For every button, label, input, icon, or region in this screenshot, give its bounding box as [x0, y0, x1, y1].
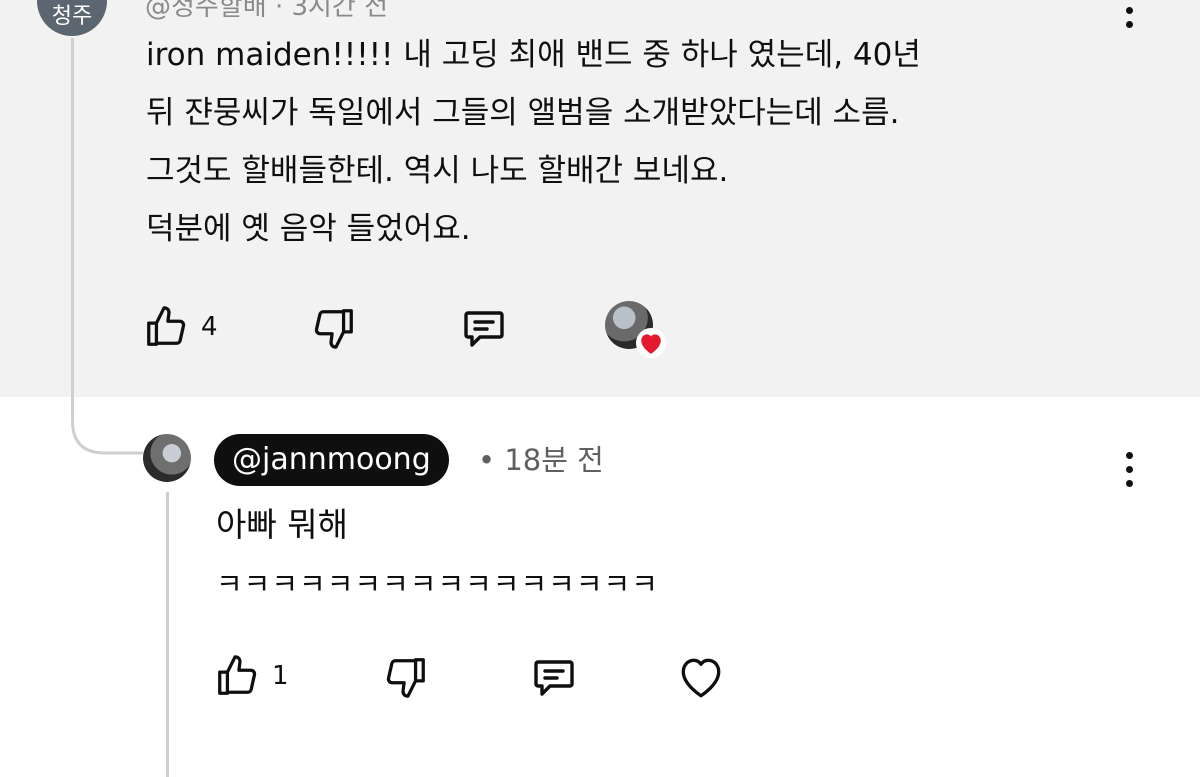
heart-icon	[676, 653, 726, 701]
author-handle[interactable]: @jannmoong	[214, 434, 449, 486]
like-count: 4	[201, 312, 218, 342]
reply-button[interactable]	[529, 653, 579, 701]
reply-timestamp: • 18분 전	[478, 443, 604, 477]
reply-thread-line	[166, 492, 169, 777]
comment-line: 덕분에 옛 음악 들었어요.	[146, 211, 471, 247]
reply-text-line: ㅋㅋㅋㅋㅋㅋㅋㅋㅋㅋㅋㅋㅋㅋㅋㅋ	[216, 567, 659, 601]
comment-text: iron maiden!!!!! 내 고딩 최애 밴드 중 하나 였는데, 40…	[146, 26, 921, 258]
reply-icon	[529, 653, 579, 701]
reply-button[interactable]	[459, 304, 509, 352]
reply-icon	[459, 304, 509, 352]
comment-meta: @청주할배 · 3시간 전	[145, 0, 389, 22]
comment-line: 그것도 할배들한테. 역시 나도 할배간 보네요.	[146, 153, 729, 189]
dislike-button[interactable]	[383, 654, 429, 700]
thread-line	[71, 38, 74, 403]
avatar[interactable]	[143, 434, 191, 482]
like-button[interactable]: 1	[214, 653, 289, 699]
creator-heart-icon	[636, 328, 666, 358]
thumbs-down-icon	[311, 305, 357, 351]
thumbs-down-icon	[383, 654, 429, 700]
reply-text-line: 아빠 뭐해	[216, 505, 348, 544]
more-icon[interactable]	[1123, 0, 1135, 28]
comment-line: iron maiden!!!!! 내 고딩 최애 밴드 중 하나 였는데, 40…	[146, 37, 921, 73]
thumbs-up-icon	[214, 653, 260, 699]
thread-curve	[71, 395, 143, 455]
more-icon[interactable]	[1123, 452, 1135, 487]
thumbs-up-icon	[143, 304, 189, 350]
comment-line: 뒤 쟌뭉씨가 독일에서 그들의 앨범을 소개받았다는데 소름.	[146, 95, 900, 131]
heart-button[interactable]	[676, 653, 726, 701]
like-count: 1	[272, 661, 289, 691]
like-button[interactable]: 4	[143, 304, 218, 350]
dislike-button[interactable]	[311, 305, 357, 351]
